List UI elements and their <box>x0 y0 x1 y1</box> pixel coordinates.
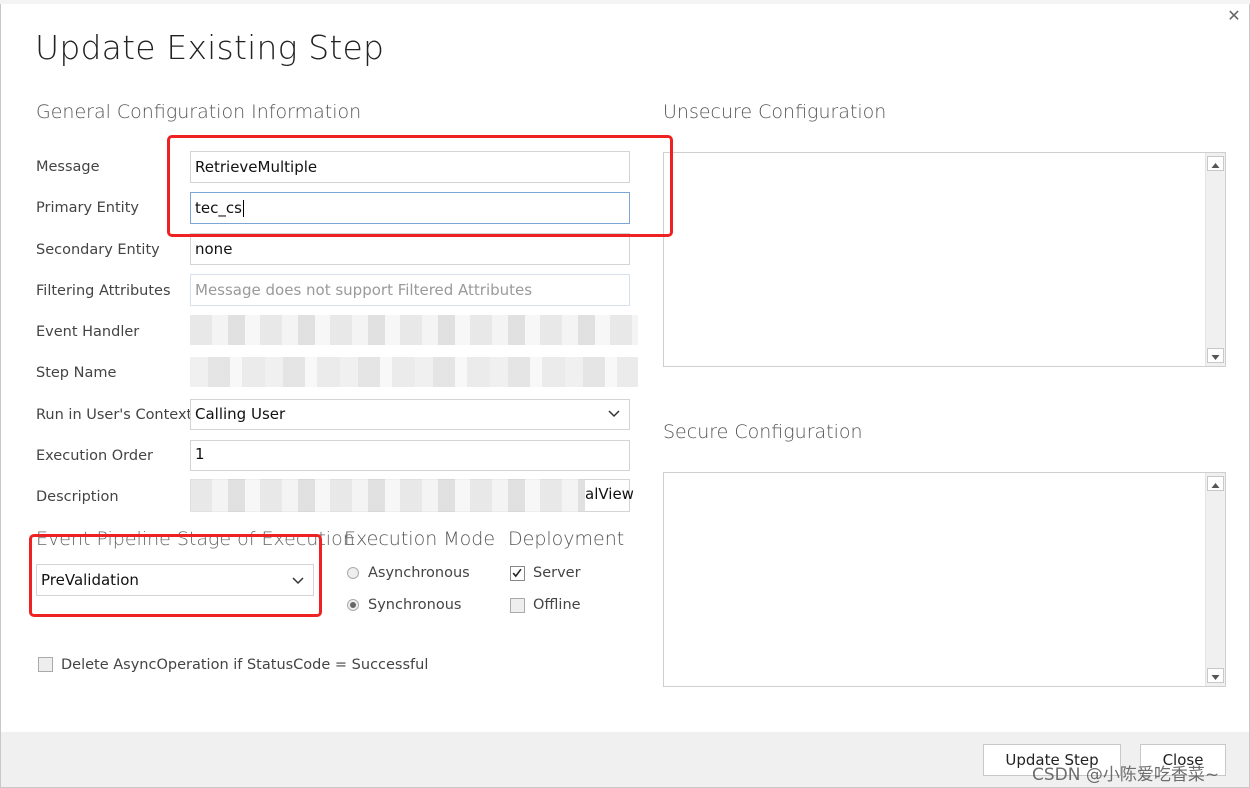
run-context-label: Run in User's Context <box>36 407 193 423</box>
scrollbar[interactable] <box>1205 473 1225 686</box>
primary-entity-label: Primary Entity <box>36 200 139 216</box>
step-name-label: Step Name <box>36 365 117 381</box>
run-context-value: Calling User <box>195 405 286 423</box>
offline-checkbox[interactable] <box>510 598 525 613</box>
sync-label: Synchronous <box>368 597 462 613</box>
sync-radio[interactable] <box>347 599 359 611</box>
dialog-title: Update Existing Step <box>35 28 385 67</box>
step-name-field-redacted[interactable] <box>190 357 638 387</box>
unsecure-config-heading: Unsecure Configuration <box>663 101 887 123</box>
arrow-down-icon <box>1211 355 1220 360</box>
background-strip <box>0 0 1250 4</box>
unsecure-config-textarea[interactable] <box>663 152 1226 367</box>
arrow-up-icon <box>1211 163 1220 168</box>
message-label: Message <box>36 159 100 175</box>
description-label: Description <box>36 489 119 505</box>
server-label: Server <box>533 565 581 581</box>
delete-async-checkbox[interactable] <box>38 657 53 672</box>
secure-config-textarea[interactable] <box>663 472 1226 687</box>
highlight-box-stage <box>29 534 322 617</box>
general-config-heading: General Configuration Information <box>36 101 362 123</box>
secure-config-heading: Secure Configuration <box>663 421 863 443</box>
execution-order-field[interactable]: 1 <box>190 440 630 471</box>
close-icon[interactable]: ✕ <box>1224 6 1244 26</box>
scrollbar[interactable] <box>1205 153 1225 366</box>
deployment-heading: Deployment <box>508 528 625 550</box>
secondary-entity-field[interactable]: none <box>190 233 630 265</box>
filtering-attributes-field: Message does not support Filtered Attrib… <box>190 274 630 306</box>
secondary-entity-label: Secondary Entity <box>36 242 160 258</box>
server-checkbox[interactable] <box>510 566 525 581</box>
execution-mode-heading: Execution Mode <box>344 528 496 550</box>
event-handler-field-redacted[interactable] <box>190 315 638 345</box>
arrow-up-icon <box>1211 483 1220 488</box>
description-visible-text: alView <box>585 485 634 503</box>
arrow-down-icon <box>1211 675 1220 680</box>
scroll-down-button[interactable] <box>1207 348 1224 363</box>
scroll-down-button[interactable] <box>1207 668 1224 683</box>
description-redacted <box>190 479 585 512</box>
async-label: Asynchronous <box>368 565 470 581</box>
scroll-up-button[interactable] <box>1207 156 1224 171</box>
highlight-box-message-entity <box>167 135 673 237</box>
offline-label: Offline <box>533 597 581 613</box>
event-handler-label: Event Handler <box>36 324 140 340</box>
checkmark-icon <box>512 568 522 578</box>
execution-order-label: Execution Order <box>36 448 153 464</box>
chevron-down-icon <box>608 410 620 418</box>
filtering-attributes-label: Filtering Attributes <box>36 283 171 299</box>
delete-async-label: Delete AsyncOperation if StatusCode = Su… <box>61 657 429 673</box>
watermark: CSDN @小陈爱吃香菜~ <box>1032 765 1220 785</box>
run-context-select[interactable]: Calling User <box>190 399 630 430</box>
scroll-up-button[interactable] <box>1207 476 1224 491</box>
async-radio[interactable] <box>347 567 359 579</box>
